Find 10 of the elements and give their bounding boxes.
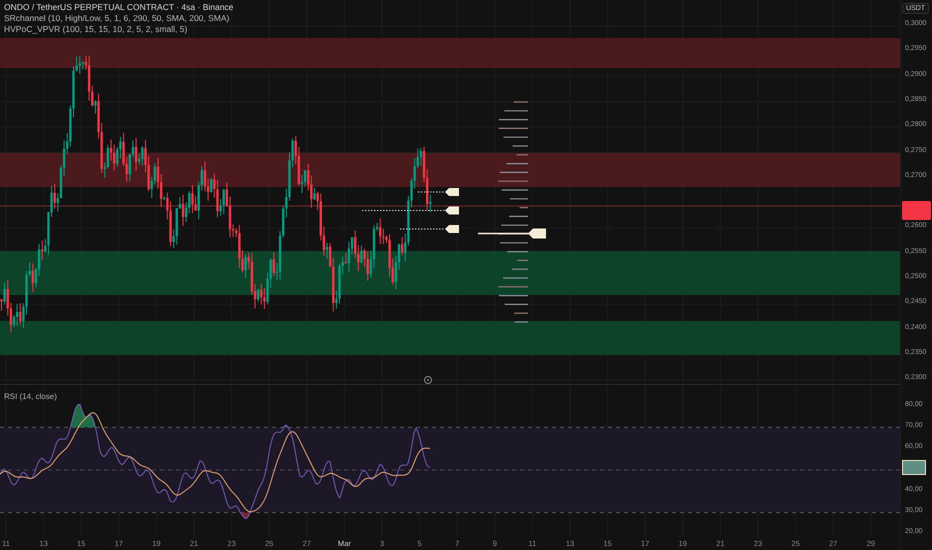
indicator-legend: SRchannel (10, High/Low, 5, 1, 6, 290, 50, SMA, 200, SMA) (4, 13, 234, 24)
indicator-legend: HVPoC_VPVR (100, 15, 15, 10, 2, 5, 2, small, 5) (4, 24, 234, 35)
dotted-level-line (400, 228, 446, 230)
rsi-value-tag (902, 460, 926, 475)
level-tag (445, 206, 459, 214)
level-tag (445, 225, 459, 233)
price-tag (902, 201, 931, 220)
indicator-legend: ONDO / TetherUS PERPETUAL CONTRACT · 4sa · Binance (4, 2, 234, 13)
marker-icon (424, 376, 432, 384)
rsi-legend: RSI (14, close) (4, 392, 57, 401)
